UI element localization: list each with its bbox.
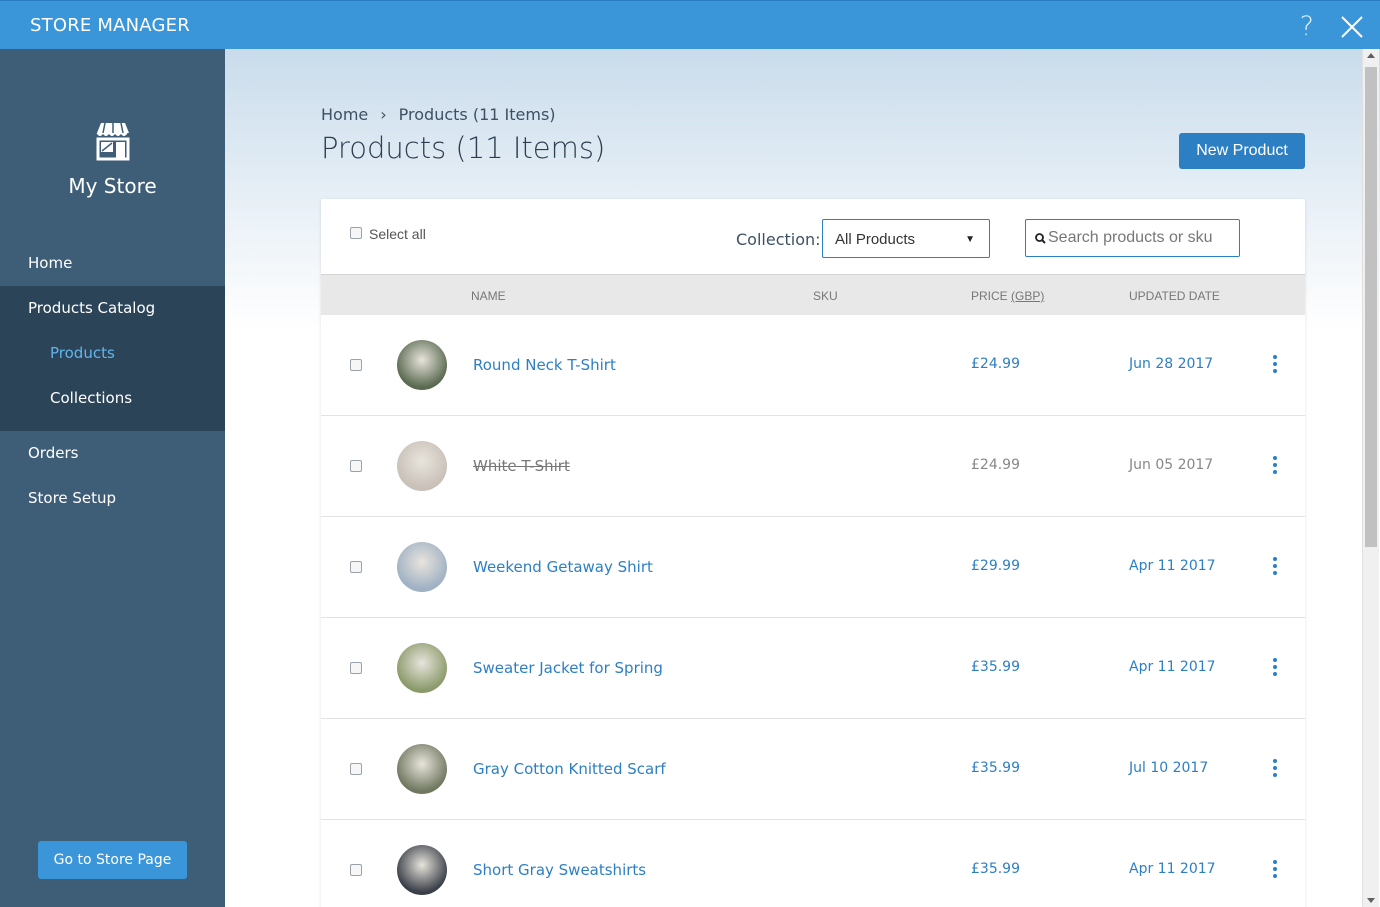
product-price: £35.99 (971, 861, 1020, 877)
product-updated-date: Apr 11 2017 (1129, 861, 1216, 877)
product-name-link[interactable]: Weekend Getaway Shirt (473, 558, 653, 576)
product-name-link[interactable]: Gray Cotton Knitted Scarf (473, 760, 666, 778)
row-checkbox[interactable] (350, 561, 362, 573)
product-thumbnail[interactable] (397, 441, 447, 491)
scroll-up-icon[interactable] (1367, 53, 1375, 58)
collection-select[interactable]: All Products ▼ (822, 219, 990, 258)
product-updated-date: Jun 28 2017 (1129, 356, 1214, 372)
product-name-link[interactable]: Short Gray Sweatshirts (473, 861, 646, 879)
table-row[interactable]: Short Gray Sweatshirts £35.99 Apr 11 2017 (321, 820, 1305, 907)
store-icon (96, 122, 130, 161)
more-options-icon[interactable] (1271, 557, 1279, 577)
new-product-button[interactable]: New Product (1179, 133, 1305, 169)
row-checkbox[interactable] (350, 662, 362, 674)
product-name-link[interactable]: Sweater Jacket for Spring (473, 659, 663, 677)
more-options-icon[interactable] (1271, 658, 1279, 678)
table-row[interactable]: White T-Shirt £24.99 Jun 05 2017 (321, 416, 1305, 517)
column-header-name[interactable]: NAME (471, 289, 506, 303)
sidebar-item-collections[interactable]: Collections (0, 376, 225, 421)
product-name-link[interactable]: Round Neck T-Shirt (473, 356, 616, 374)
row-checkbox[interactable] (350, 763, 362, 775)
more-options-icon[interactable] (1271, 456, 1279, 476)
sidebar: My Store Home Products Catalog Products … (0, 49, 225, 907)
column-header-currency: (GBP) (1011, 289, 1045, 303)
product-name-link[interactable]: White T-Shirt (473, 457, 570, 475)
scroll-down-icon[interactable] (1367, 898, 1375, 903)
column-header-price-label: PRICE (971, 289, 1008, 303)
product-thumbnail[interactable] (397, 340, 447, 390)
product-price: £29.99 (971, 558, 1020, 574)
breadcrumb-separator: › (380, 105, 387, 124)
sidebar-item-home[interactable]: Home (0, 241, 225, 286)
product-updated-date: Apr 11 2017 (1129, 659, 1216, 675)
chevron-down-icon: ▼ (965, 234, 975, 245)
product-price: £35.99 (971, 760, 1020, 776)
table-header: NAME SKU PRICE (GBP) UPDATED DATE (321, 274, 1305, 315)
product-price: £35.99 (971, 659, 1020, 675)
more-options-icon[interactable] (1271, 355, 1279, 375)
table-row[interactable]: Weekend Getaway Shirt £29.99 Apr 11 2017 (321, 517, 1305, 618)
select-all-checkbox[interactable] (350, 227, 362, 239)
product-updated-date: Jul 10 2017 (1129, 760, 1209, 776)
more-options-icon[interactable] (1271, 860, 1279, 880)
go-to-store-page-button[interactable]: Go to Store Page (38, 841, 187, 879)
product-updated-date: Apr 11 2017 (1129, 558, 1216, 574)
product-price: £24.99 (971, 457, 1020, 473)
product-thumbnail[interactable] (397, 643, 447, 693)
search-placeholder: Search products or sku (1048, 229, 1213, 246)
sidebar-item-products[interactable]: Products (0, 331, 225, 376)
help-icon[interactable]: ? (1300, 11, 1314, 42)
table-row[interactable]: Sweater Jacket for Spring £35.99 Apr 11 20… (321, 618, 1305, 719)
row-checkbox[interactable] (350, 359, 362, 371)
table-row[interactable]: Gray Cotton Knitted Scarf £35.99 Jul 10 20… (321, 719, 1305, 820)
search-input[interactable]: Search products or sku (1025, 219, 1240, 257)
product-thumbnail[interactable] (397, 845, 447, 895)
search-icon (1035, 233, 1046, 244)
row-checkbox[interactable] (350, 460, 362, 472)
column-header-sku[interactable]: SKU (813, 289, 838, 303)
products-toolbar: Select all Collection: All Products ▼ Se… (321, 199, 1305, 274)
breadcrumb-home[interactable]: Home (321, 105, 368, 124)
scrollbar-thumb[interactable] (1365, 67, 1377, 547)
breadcrumb-current: Products (11 Items) (398, 105, 556, 124)
product-thumbnail[interactable] (397, 744, 447, 794)
page-title: Products (11 Items) (321, 131, 606, 165)
product-price: £24.99 (971, 356, 1020, 372)
products-panel: Select all Collection: All Products ▼ Se… (321, 199, 1305, 907)
collection-label: Collection: (736, 230, 821, 249)
sidebar-item-products-catalog[interactable]: Products Catalog (0, 286, 225, 331)
product-updated-date: Jun 05 2017 (1129, 457, 1214, 473)
store-name: My Store (68, 174, 157, 198)
sidebar-group-products-catalog: Products Catalog Products Collections (0, 286, 225, 431)
column-header-price[interactable]: PRICE (GBP) (971, 289, 1044, 303)
sidebar-item-store-setup[interactable]: Store Setup (0, 476, 225, 521)
row-checkbox[interactable] (350, 864, 362, 876)
collection-select-value: All Products (835, 231, 916, 248)
column-header-updated-date[interactable]: UPDATED DATE (1129, 289, 1220, 303)
select-all-label: Select all (369, 226, 426, 242)
table-row[interactable]: Round Neck T-Shirt £24.99 Jun 28 2017 (321, 315, 1305, 416)
product-thumbnail[interactable] (397, 542, 447, 592)
app-title: STORE MANAGER (30, 15, 190, 36)
title-bar: STORE MANAGER ? (0, 0, 1380, 49)
breadcrumb: Home › Products (11 Items) (321, 105, 556, 124)
close-icon[interactable] (1340, 15, 1364, 39)
main-content: Home › Products (11 Items) Products (11 It… (225, 49, 1380, 907)
sidebar-item-orders[interactable]: Orders (0, 431, 225, 476)
vertical-scrollbar[interactable] (1362, 49, 1379, 907)
more-options-icon[interactable] (1271, 759, 1279, 779)
